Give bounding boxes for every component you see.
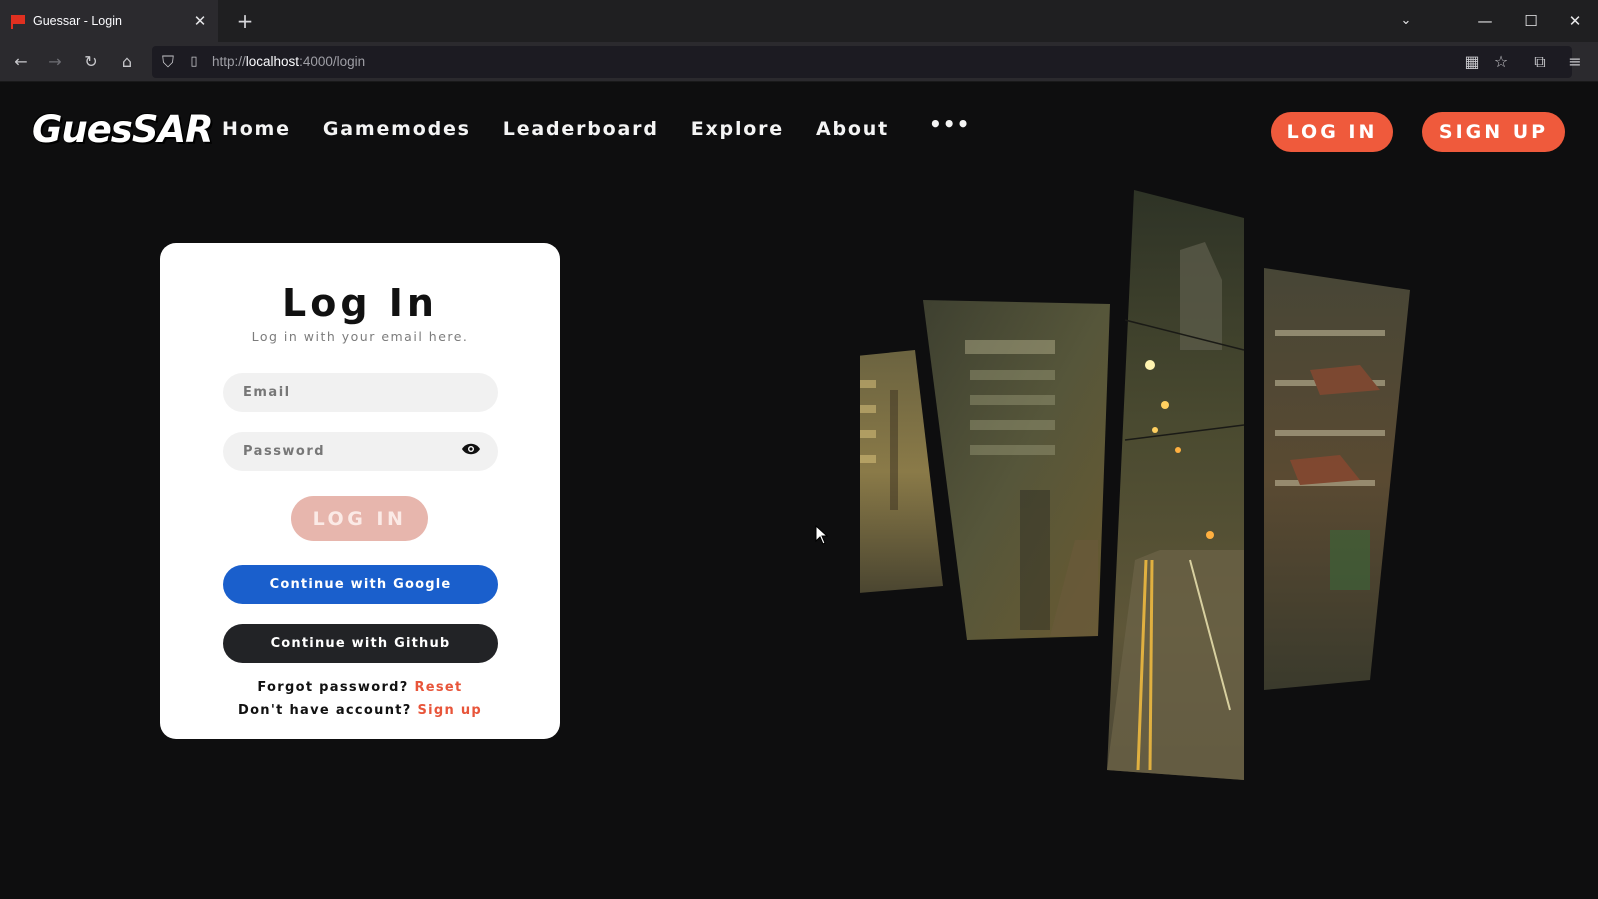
tab-title: Guessar - Login xyxy=(33,14,122,28)
reset-link[interactable]: Reset xyxy=(414,680,462,695)
main-nav: Home Gamemodes Leaderboard Explore About xyxy=(222,118,921,140)
login-submit-button[interactable]: LOG IN xyxy=(291,496,428,541)
login-card: Log In Log in with your email here. LOG … xyxy=(160,243,560,739)
browser-toolbar: ← → ↻ ⌂ ⛉ ▯ http://localhost:4000/login … xyxy=(0,42,1598,82)
reload-icon[interactable]: ↻ xyxy=(79,50,103,74)
signup-link[interactable]: Sign up xyxy=(417,703,482,718)
menu-icon[interactable]: ≡ xyxy=(1563,50,1587,74)
forward-icon[interactable]: → xyxy=(43,50,67,74)
shield-icon[interactable]: ⛉ xyxy=(156,50,180,74)
close-tab-icon[interactable]: ✕ xyxy=(190,11,210,31)
new-tab-icon[interactable]: + xyxy=(234,10,256,32)
browser-tabstrip: Guessar - Login ✕ + ⌄ — ☐ ✕ xyxy=(0,0,1598,42)
nav-gamemodes[interactable]: Gamemodes xyxy=(323,118,471,140)
logo-text: GuesSAR xyxy=(32,108,214,151)
header-login-button[interactable]: LOG IN xyxy=(1271,112,1393,152)
nav-leaderboard[interactable]: Leaderboard xyxy=(503,118,659,140)
no-account-text: Don't have account? xyxy=(237,703,412,718)
password-input[interactable] xyxy=(223,432,498,471)
login-subtitle: Log in with your email here. xyxy=(251,329,469,344)
bookmark-star-icon[interactable]: ☆ xyxy=(1489,50,1513,74)
page-info-icon[interactable]: ▯ xyxy=(182,50,206,74)
flag-icon xyxy=(11,15,25,29)
back-icon[interactable]: ← xyxy=(9,50,33,74)
extensions-icon[interactable]: ⧉ xyxy=(1528,50,1552,74)
maximize-icon[interactable]: ☐ xyxy=(1508,0,1554,42)
more-options-icon[interactable]: ••• xyxy=(929,112,970,136)
forgot-password-text: Forgot password? xyxy=(257,680,409,695)
browser-tab[interactable]: Guessar - Login ✕ xyxy=(0,0,218,42)
address-bar[interactable]: ⛉ ▯ http://localhost:4000/login xyxy=(152,46,1572,78)
qr-code-icon[interactable]: ▦ xyxy=(1460,50,1484,74)
logo[interactable]: GuesSAR xyxy=(32,108,214,152)
mouse-cursor-icon xyxy=(815,525,829,545)
signup-line: Don't have account? Sign up xyxy=(160,703,560,718)
tab-list-icon[interactable]: ⌄ xyxy=(1383,0,1429,42)
google-login-button[interactable]: Continue with Google xyxy=(223,565,498,604)
home-icon[interactable]: ⌂ xyxy=(115,50,139,74)
github-login-button[interactable]: Continue with Github xyxy=(223,624,498,663)
login-title: Log In xyxy=(282,281,438,325)
show-password-icon[interactable] xyxy=(461,443,481,455)
email-input[interactable] xyxy=(223,373,498,412)
close-window-icon[interactable]: ✕ xyxy=(1552,0,1598,42)
forgot-password-line: Forgot password? Reset xyxy=(160,680,560,695)
nav-home[interactable]: Home xyxy=(222,118,291,140)
nav-explore[interactable]: Explore xyxy=(691,118,784,140)
minimize-icon[interactable]: — xyxy=(1462,0,1508,42)
hero-city-image xyxy=(860,190,1410,780)
header-signup-button[interactable]: SIGN UP xyxy=(1422,112,1565,152)
site-header: GuesSAR Home Gamemodes Leaderboard Explo… xyxy=(0,82,1598,178)
nav-about[interactable]: About xyxy=(816,118,889,140)
url-text[interactable]: http://localhost:4000/login xyxy=(212,54,365,69)
